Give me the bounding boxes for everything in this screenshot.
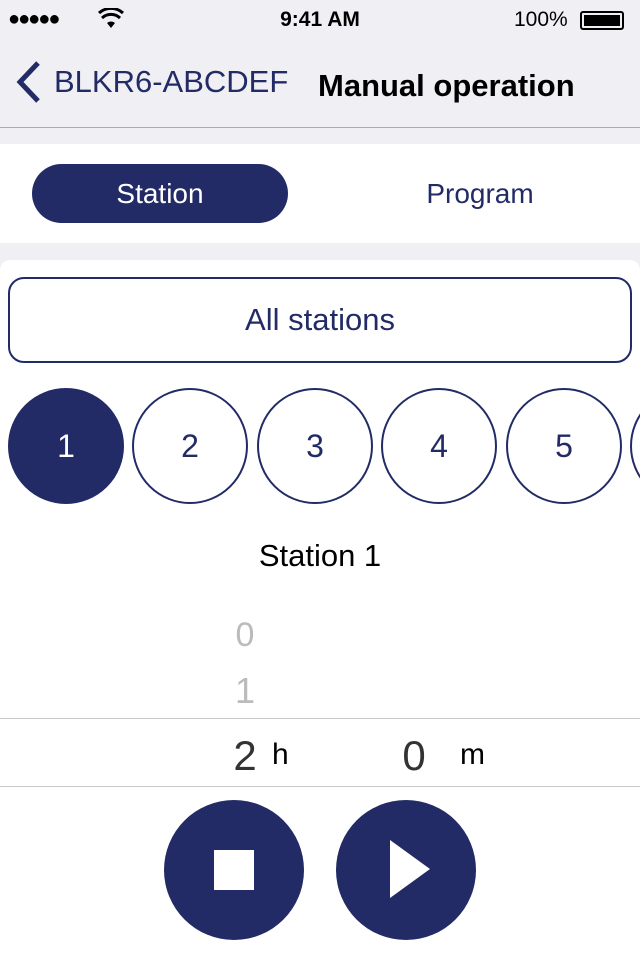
tab-program[interactable]: Program xyxy=(352,164,608,223)
picker-hours-selected[interactable]: 2 xyxy=(225,732,265,780)
picker-divider xyxy=(0,718,640,719)
nav-bar: BLKR6-ABCDEF Manual operation xyxy=(0,40,640,128)
picker-hour-option[interactable]: 1 xyxy=(225,670,265,712)
picker-hour-option[interactable]: 0 xyxy=(225,616,265,655)
minutes-unit: m xyxy=(460,738,485,771)
station-button-4[interactable]: 4 xyxy=(381,388,497,504)
play-icon xyxy=(390,840,430,898)
picker-minutes-selected[interactable]: 0 xyxy=(394,732,434,780)
page-title: Manual operation xyxy=(318,68,575,103)
station-button-6[interactable]: 6 xyxy=(630,388,640,504)
station-button-2[interactable]: 2 xyxy=(132,388,248,504)
picker-divider xyxy=(0,786,640,787)
station-button-3[interactable]: 3 xyxy=(257,388,373,504)
battery-percent: 100% xyxy=(514,8,568,31)
stop-button[interactable] xyxy=(164,800,304,940)
status-bar: ●●●●● 9:41 AM 100% xyxy=(0,0,640,40)
station-title: Station 1 xyxy=(258,538,382,573)
battery-icon xyxy=(580,11,624,30)
station-button-1[interactable]: 1 xyxy=(8,388,124,504)
back-label: BLKR6-ABCDEF xyxy=(54,64,289,99)
segmented-control: Station Program xyxy=(0,144,640,243)
back-button[interactable]: BLKR6-ABCDEF xyxy=(14,60,288,104)
tab-station[interactable]: Station xyxy=(32,164,288,223)
stop-icon xyxy=(214,850,254,890)
content-panel: All stations 1 2 3 4 5 6 Station 1 0 1 2… xyxy=(0,260,640,960)
play-button[interactable] xyxy=(336,800,476,940)
hours-unit: h xyxy=(272,738,289,771)
chevron-left-icon xyxy=(16,61,40,103)
all-stations-button[interactable]: All stations xyxy=(8,277,632,363)
station-button-5[interactable]: 5 xyxy=(506,388,622,504)
